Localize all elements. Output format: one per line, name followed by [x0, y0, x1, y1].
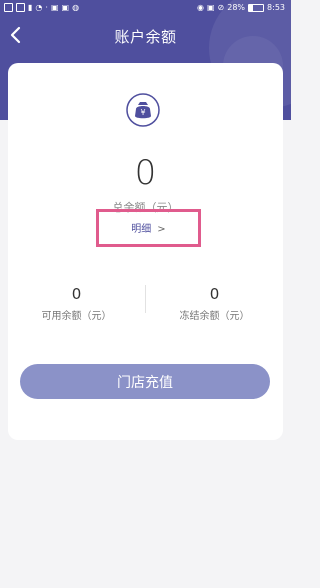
chevron-right-icon: > [157, 224, 166, 235]
frozen-balance: 0 冻结余额（元） [146, 285, 283, 322]
app-icon: ◍ [72, 3, 80, 12]
available-balance-label: 可用余额（元） [41, 311, 112, 322]
detail-highlight-box: 明细 > [96, 209, 201, 247]
detail-link[interactable]: 明细 > [102, 220, 195, 235]
hd-icon [16, 3, 25, 12]
status-left-icons: ▮ ◔ · ▣ ▣ ◍ [4, 3, 79, 12]
wifi-icon: ◔ [35, 3, 43, 12]
nfc-icon: ▣ [206, 3, 215, 12]
frozen-balance-label: 冻结余额（元） [179, 311, 250, 322]
balance-card: ¥ 0 总余额（元） 明细 > 0 可用余额（元） 0 冻结余额（元） 门店充值 [8, 63, 283, 440]
money-bag-icon: ¥ [126, 93, 160, 127]
eye-icon: ◉ [197, 3, 204, 12]
available-balance: 0 可用余额（元） [8, 285, 145, 322]
speed-icon: · [45, 3, 48, 12]
status-time: 8:53 [267, 3, 285, 12]
frozen-balance-value: 0 [209, 285, 220, 303]
status-right-icons: ◉ ▣ ⊘ 28% 8:53 [197, 3, 285, 12]
battery-text: 28% [227, 3, 246, 12]
mute-icon: ⊘ [217, 3, 225, 12]
app-icon: ▣ [61, 3, 70, 12]
page-title: 账户余额 [114, 28, 177, 46]
app-icon: ▣ [50, 3, 59, 12]
sim-icon [4, 3, 13, 12]
available-balance-value: 0 [71, 285, 82, 303]
detail-label: 明细 [131, 224, 152, 235]
signal-icon: ▮ [28, 3, 33, 12]
store-recharge-button[interactable]: 门店充值 [20, 364, 270, 399]
nav-bar: 账户余额 [0, 18, 291, 52]
battery-icon [248, 3, 265, 12]
svg-text:¥: ¥ [140, 108, 145, 117]
total-balance-value: 0 [134, 153, 157, 193]
status-bar: ▮ ◔ · ▣ ▣ ◍ ◉ ▣ ⊘ 28% 8:53 [0, 0, 291, 16]
